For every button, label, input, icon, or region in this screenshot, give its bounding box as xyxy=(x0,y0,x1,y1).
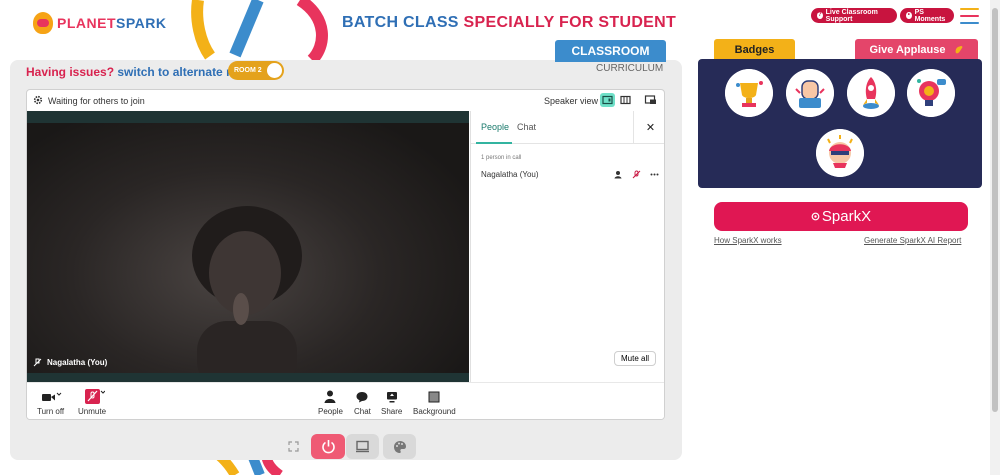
sparkx-label: SparkX xyxy=(821,208,872,225)
people-label: People xyxy=(318,407,343,416)
video-camera-icon xyxy=(40,389,62,404)
video-bottom-band xyxy=(27,373,469,382)
people-count: 1 person in call xyxy=(481,155,522,161)
picture-in-picture-button[interactable] xyxy=(643,93,658,107)
give-applause-label: Give Applause xyxy=(869,43,946,56)
robot-logo-icon xyxy=(33,12,53,34)
fullscreen-button[interactable] xyxy=(284,434,302,459)
grid-view-button[interactable] xyxy=(618,93,633,107)
give-applause-tab[interactable]: Give Applause xyxy=(855,39,978,60)
more-options-icon[interactable] xyxy=(650,170,659,179)
video-top-band xyxy=(27,111,469,123)
clap-icon xyxy=(955,45,962,53)
idea-badge-icon[interactable] xyxy=(907,69,955,117)
badges-panel xyxy=(698,59,982,188)
logo-text-spark: SPARK xyxy=(116,15,167,31)
monitor-icon xyxy=(356,440,369,453)
tab-curriculum[interactable]: CURRICULUM xyxy=(596,63,663,74)
live-classroom-support-button[interactable]: ? Live Classroom Support xyxy=(811,8,897,23)
issue-question: Having issues? xyxy=(26,65,115,79)
decor-swoosh-top xyxy=(191,0,328,60)
background-label: Background xyxy=(413,407,456,416)
mic-slash-icon xyxy=(79,389,105,404)
grid-layout-icon xyxy=(620,95,631,105)
active-tab-indicator xyxy=(476,142,512,144)
share-screen-icon xyxy=(386,389,398,404)
room-toggle-label: ROOM 2 xyxy=(234,67,262,74)
mic-off-icon xyxy=(33,358,42,367)
ps-moments-label: PS Moments xyxy=(914,8,946,23)
person-pin-icon[interactable] xyxy=(614,170,623,179)
room-toggle[interactable]: ROOM 2 xyxy=(228,61,284,80)
call-top-bar: Waiting for others to join Speaker view xyxy=(27,90,664,111)
people-row-actions xyxy=(614,170,659,179)
chat-label: Chat xyxy=(354,407,371,416)
palette-icon xyxy=(393,440,406,453)
person-icon xyxy=(324,389,336,404)
expand-icon xyxy=(287,441,299,452)
mic-muted-icon[interactable] xyxy=(632,170,641,179)
page-scrollbar[interactable] xyxy=(990,0,1000,475)
gear-icon[interactable] xyxy=(33,95,43,105)
speaker-view-label: Speaker view xyxy=(544,96,599,106)
trophy-badge-icon[interactable] xyxy=(725,69,773,117)
sparkx-button[interactable]: SparkX xyxy=(714,202,968,231)
pip-icon xyxy=(644,95,656,104)
participant-name-tag: Nagalatha (You) xyxy=(33,358,107,367)
menu-icon[interactable] xyxy=(960,8,979,24)
background-button[interactable]: Background xyxy=(413,389,456,416)
people-side-panel: People Chat ✕ 1 person in call Nagalatha… xyxy=(470,111,664,382)
turn-off-label: Turn off xyxy=(37,407,65,416)
logo-text-planet: PLANET xyxy=(57,15,116,31)
share-screen-button[interactable]: Share xyxy=(381,389,402,416)
speaker-layout-icon xyxy=(602,95,613,105)
alternate-room-prompt: Having issues? switch to alternate room xyxy=(26,65,256,79)
sparkle-icon xyxy=(811,212,820,221)
tab-chat[interactable]: Chat xyxy=(517,122,536,132)
camera-icon: • xyxy=(906,12,912,19)
share-label: Share xyxy=(381,407,403,416)
rocket-badge-icon[interactable] xyxy=(847,69,895,117)
participant-name: Nagalatha (You) xyxy=(47,358,108,367)
people-button[interactable]: People xyxy=(318,389,343,416)
side-panel-tabs: People Chat ✕ xyxy=(471,111,664,144)
people-list-item: Nagalatha (You) xyxy=(481,170,539,179)
leave-class-button[interactable] xyxy=(311,434,345,459)
scrollbar-thumb[interactable] xyxy=(992,8,998,412)
generate-sparkx-report-link[interactable]: Generate SparkX AI Report xyxy=(864,236,961,245)
call-controls-bar: Turn off Unmute People Chat Share Backgr… xyxy=(27,382,664,419)
logo-text: PLANETSPARK xyxy=(57,15,166,31)
hand-raise-badge-icon[interactable] xyxy=(786,69,834,117)
screen-button[interactable] xyxy=(346,434,379,459)
page-root: { "header": { "logo_part1": "PLANET", "l… xyxy=(0,0,1000,475)
headline-part-2: SPECIALLY FOR STUDENT xyxy=(463,14,677,31)
video-call-window: Waiting for others to join Speaker view … xyxy=(26,89,665,420)
unmute-label: Unmute xyxy=(78,407,107,416)
close-icon[interactable]: ✕ xyxy=(633,111,664,144)
live-support-label: Live Classroom Support xyxy=(825,8,878,23)
speaker-view-button[interactable] xyxy=(600,93,615,107)
how-sparkx-works-link[interactable]: How SparkX works xyxy=(714,236,782,245)
background-icon xyxy=(428,389,440,404)
unmute-button[interactable]: Unmute xyxy=(78,389,106,416)
toggle-knob xyxy=(267,63,282,78)
planetspark-logo[interactable]: PLANETSPARK xyxy=(33,12,166,34)
power-icon xyxy=(321,440,335,454)
tab-badges[interactable]: Badges xyxy=(714,39,795,60)
help-icon: ? xyxy=(817,12,823,19)
camera-toggle-button[interactable]: Turn off xyxy=(37,389,64,416)
headline-part-1: BATCH CLASS xyxy=(342,14,459,31)
participant-silhouette xyxy=(192,206,302,386)
ps-moments-button[interactable]: • PS Moments xyxy=(900,8,954,23)
chat-bubble-icon xyxy=(356,389,368,404)
participant-video: Nagalatha (You) xyxy=(27,111,469,386)
waiting-status: Waiting for others to join xyxy=(48,96,145,106)
mute-all-button[interactable]: Mute all xyxy=(614,351,656,366)
star-student-badge-icon[interactable] xyxy=(816,129,864,177)
tab-people[interactable]: People xyxy=(481,122,509,132)
tab-classroom[interactable]: CLASSROOM xyxy=(555,40,666,62)
theme-button[interactable] xyxy=(383,434,416,459)
page-headline: BATCH CLASS SPECIALLY FOR STUDENT xyxy=(342,14,676,32)
chat-button[interactable]: Chat xyxy=(354,389,371,416)
